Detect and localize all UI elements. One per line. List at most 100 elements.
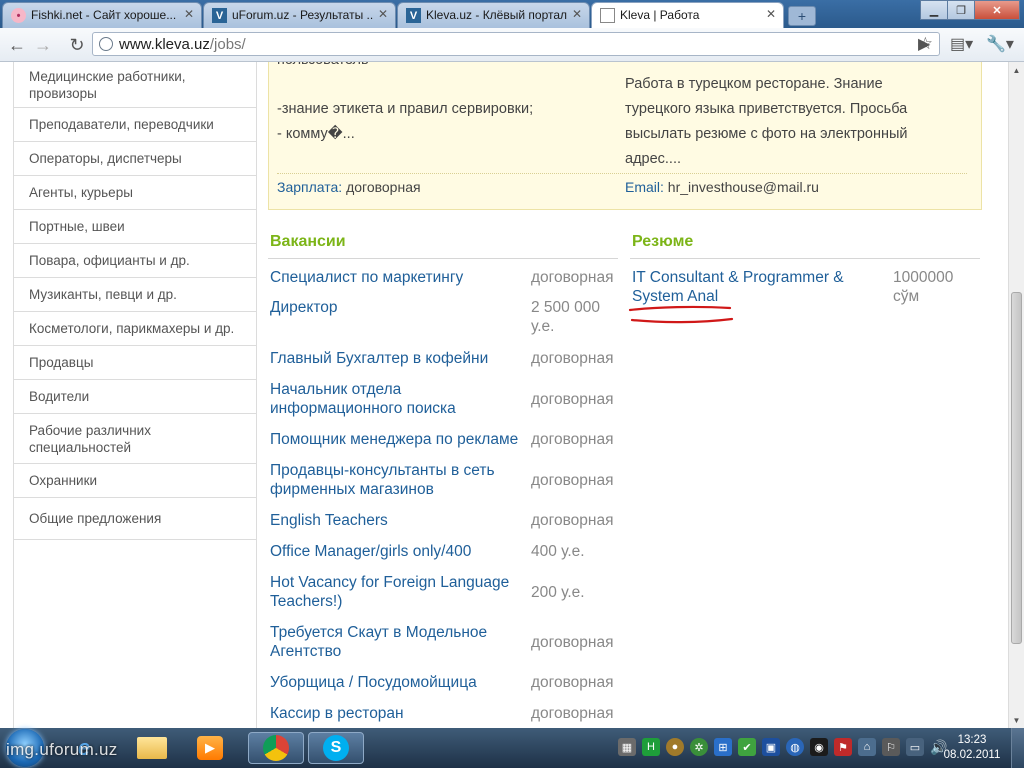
vacancy-title-link[interactable]: Кассир в ресторан [270,704,404,723]
vacancy-title-link[interactable]: Начальник отдела информационного поиска [270,380,456,418]
title-line: Office Manager/girls only/400 [270,543,472,560]
salary-line: сўм [893,288,920,305]
media-player-taskbar-icon[interactable]: ▶ [188,732,232,764]
ad-left-fragment: пользователь [277,62,369,73]
tray-audio-device-icon[interactable]: ◉ [810,738,828,756]
salary-value: договорная [531,390,613,409]
tray-agent-icon[interactable]: ● [666,738,684,756]
url-text: www.kleva.uz/jobs/ [119,36,246,53]
salary-value: договорная [531,511,613,530]
tab-uforum[interactable]: V uForum.uz - Результаты ... ✕ [203,2,396,28]
vacancy-title-link[interactable]: Специалист по маркетингу [270,268,463,287]
tray-check-icon[interactable]: ✔ [738,738,756,756]
tray-flag-icon[interactable]: ⚑ [834,738,852,756]
page-icon [600,8,615,23]
ad-left-line: - комму�... [277,126,355,142]
salary-value: договорная [531,633,613,652]
ad-right-line: турецкого языка приветствуется. Просьба [625,101,908,117]
salary-line: договорная [531,633,614,651]
tray-display-icon[interactable]: ▭ [906,738,924,756]
sidebar-item-cooks[interactable]: Повара, официанты и др. [14,244,256,278]
forward-button[interactable]: → [32,34,54,56]
windows-taskbar: e ▶ S img.uforum.uz ▦ H ● ✲ ⊞ ✔ ▣ ◍ ◉ ⚑ … [0,728,1024,768]
close-window-button[interactable]: ✕ [974,0,1020,20]
sidebar-item-musicians[interactable]: Музиканты, певци и др. [14,278,256,312]
sidebar-item-sellers[interactable]: Продавцы [14,346,256,380]
scroll-thumb[interactable] [1011,292,1022,644]
tray-windows-icon[interactable]: ⊞ [714,738,732,756]
back-button[interactable]: ← [6,34,28,56]
tray-globe-icon[interactable]: ◍ [786,738,804,756]
tab-kleva-portal[interactable]: V Kleva.uz - Клёвый портал... ✕ [397,2,590,28]
close-icon[interactable]: ✕ [378,7,388,21]
new-tab-button[interactable]: + [788,6,816,26]
restore-button[interactable]: ❐ [947,0,975,20]
tray-action-center-icon[interactable]: ⚐ [882,738,900,756]
salary-line: договорная [531,350,614,367]
skype-icon: S [323,735,349,761]
vacancy-title-link[interactable]: Директор [270,298,338,317]
sidebar-item-tailors[interactable]: Портные, швеи [14,210,256,244]
sidebar-item-drivers[interactable]: Водители [14,380,256,414]
sidebar-item-guards[interactable]: Охранники [14,464,256,498]
tab-kleva-jobs[interactable]: Kleva | Работа ✕ [591,2,784,28]
page-menu-icon[interactable]: ▤▾ [950,34,973,54]
title-line: Продавцы-консультанты в сеть [270,462,495,479]
tab-fishki[interactable]: • Fishki.net - Сайт хороше... ✕ [2,2,202,28]
sidebar-item-cosmetologists[interactable]: Косметологи, парикмахеры и др. [14,312,256,346]
vacancy-title-link[interactable]: Уборщица / Посудомойщица [270,673,477,692]
explorer-taskbar-icon[interactable] [130,732,174,764]
vacancy-title-link[interactable]: Office Manager/girls only/400 [270,542,471,561]
tray-network-icon[interactable]: ▣ [762,738,780,756]
salary-value: договорная [531,471,613,490]
taskbar-clock[interactable]: 13:23 08.02.2011 [940,733,1004,763]
reload-button[interactable]: ↻ [66,34,88,56]
pig-favicon-icon: • [11,8,26,23]
sidebar-item-label: Музиканты, певци и др. [29,287,177,302]
title-line: Начальник отдела [270,381,402,398]
tray-app-icon[interactable]: ▦ [618,738,636,756]
sidebar-item-general[interactable]: Общие предложения [14,498,256,540]
minimize-button[interactable]: ▁ [920,0,948,20]
sidebar-item-label: Преподаватели, переводчики [29,117,214,132]
browser-tab-strip: • Fishki.net - Сайт хороше... ✕ V uForum… [0,0,1024,28]
sidebar-item-agents[interactable]: Агенты, курьеры [14,176,256,210]
scroll-down-icon[interactable]: ▼ [1009,712,1024,728]
sidebar-item-operators[interactable]: Операторы, диспетчеры [14,142,256,176]
ad-salary: Зарплата: договорная [277,175,421,200]
tab-title: Fishki.net - Сайт хороше... [31,8,177,22]
url-host: www.kleva.uz [119,36,210,53]
show-desktop-button[interactable] [1011,728,1024,768]
vacancy-title-link[interactable]: Hot Vacancy for Foreign Language Teachers… [270,573,509,611]
vacancy-title-link[interactable]: Продавцы-консультанты в сеть фирменных ма… [270,461,495,499]
vacancy-title-link[interactable]: Помощник менеджера по рекламе [270,430,518,449]
page-scrollbar[interactable]: ▲ ▼ [1008,62,1024,728]
play-icon[interactable]: ▶ [918,34,930,54]
sidebar-item-teachers[interactable]: Преподаватели, переводчики [14,108,256,142]
folder-icon [137,737,167,759]
chrome-taskbar-icon[interactable] [248,732,304,764]
title-line: Уборщица / Посудомойщица [270,674,477,691]
globe-icon [99,37,113,51]
title-line: Специалист по маркетингу [270,269,464,286]
skype-taskbar-icon[interactable]: S [308,732,364,764]
vacancy-title-link[interactable]: Главный Бухгалтер в кофейни [270,349,488,368]
sidebar-item-medical[interactable]: Медицинские работники, провизоры [14,62,256,108]
address-bar[interactable]: www.kleva.uz/jobs/ ☆ [92,32,940,56]
scroll-up-icon[interactable]: ▲ [1009,62,1024,78]
wrench-icon[interactable]: 🔧▾ [986,34,1014,54]
resume-title-link[interactable]: IT Consultant & Programmer & System Anal [632,268,844,306]
vacancy-title-link[interactable]: English Teachers [270,511,388,530]
tray-h-icon[interactable]: H [642,738,660,756]
close-icon[interactable]: ✕ [184,7,194,21]
close-icon[interactable]: ✕ [572,7,582,21]
tray-device-icon[interactable]: ⌂ [858,738,876,756]
salary-line: договорная [531,269,614,286]
email-value[interactable]: hr_investhouse@mail.ru [668,179,819,195]
tray-gear-icon[interactable]: ✲ [690,738,708,756]
title-line: Требуется Скаут в Модельное [270,624,488,641]
close-icon[interactable]: ✕ [766,7,776,21]
sidebar-item-workers[interactable]: Рабочие различних специальностей [14,414,256,464]
vacancy-title-link[interactable]: Требуется Скаут в Модельное Агентство [270,623,487,661]
tab-title: Kleva.uz - Клёвый портал... [426,8,567,22]
